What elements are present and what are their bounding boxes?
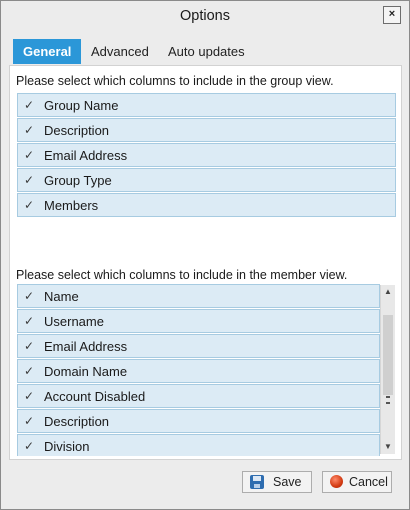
list-item[interactable]: ✓ Members: [17, 193, 396, 217]
list-item-label: Group Type: [44, 173, 112, 188]
options-dialog: Options × General Advanced Auto updates …: [0, 0, 410, 510]
checkbox[interactable]: ✓: [23, 340, 35, 352]
group-view-hint: Please select which columns to include i…: [16, 74, 334, 88]
checkbox[interactable]: ✓: [23, 199, 35, 211]
member-view-hint: Please select which columns to include i…: [16, 268, 348, 282]
list-item-label: Email Address: [44, 148, 128, 163]
group-column-list: ✓ Group Name ✓ Description ✓ Email Addre…: [17, 93, 396, 218]
checkbox[interactable]: ✓: [23, 390, 35, 402]
list-item-label: Description: [44, 123, 110, 138]
scroll-up-arrow-icon[interactable]: ▲: [381, 285, 395, 299]
checkbox[interactable]: ✓: [23, 149, 35, 161]
list-item-label: Division: [44, 439, 90, 454]
list-item[interactable]: ✓ Email Address: [17, 334, 380, 358]
list-item-label: Username: [44, 314, 104, 329]
list-item[interactable]: ✓ Description: [17, 118, 396, 142]
checkbox[interactable]: ✓: [23, 365, 35, 377]
member-list-scrollbar[interactable]: ▲ ▼: [380, 285, 395, 454]
close-button[interactable]: ×: [383, 6, 401, 24]
list-item-label: Description: [44, 414, 110, 429]
list-item[interactable]: ✓ Username: [17, 309, 380, 333]
list-item[interactable]: ✓ Division: [17, 434, 380, 456]
red-circle-icon: [330, 475, 344, 489]
cancel-button[interactable]: Cancel: [322, 471, 392, 493]
member-column-list: ✓ Name ✓ Username ✓ Email Address ✓ Doma…: [17, 284, 396, 456]
list-item-label: Group Name: [44, 98, 119, 113]
list-item[interactable]: ✓ Group Name: [17, 93, 396, 117]
list-item[interactable]: ✓ Group Type: [17, 168, 396, 192]
checkbox[interactable]: ✓: [23, 440, 35, 452]
checkbox[interactable]: ✓: [23, 99, 35, 111]
save-button[interactable]: Save: [242, 471, 312, 493]
tab-general[interactable]: General: [13, 39, 82, 64]
tab-advanced[interactable]: Advanced: [91, 39, 149, 64]
list-item[interactable]: ✓ Domain Name: [17, 359, 380, 383]
list-item[interactable]: ✓ Name: [17, 284, 380, 308]
list-item-label: Email Address: [44, 339, 128, 354]
scrollbar-thumb[interactable]: [383, 315, 393, 395]
cancel-button-label: Cancel: [349, 475, 388, 489]
scroll-down-arrow-icon[interactable]: ▼: [381, 440, 395, 454]
checkbox[interactable]: ✓: [23, 415, 35, 427]
list-item[interactable]: ✓ Email Address: [17, 143, 396, 167]
checkbox[interactable]: ✓: [23, 174, 35, 186]
tab-content-general: Please select which columns to include i…: [9, 65, 402, 460]
tab-auto-updates[interactable]: Auto updates: [168, 39, 245, 64]
title-bar: Options ×: [1, 1, 409, 31]
checkbox[interactable]: ✓: [23, 315, 35, 327]
checkbox[interactable]: ✓: [23, 124, 35, 136]
grip-icon: [386, 396, 390, 404]
list-item-label: Members: [44, 198, 99, 213]
list-item-label: Account Disabled: [44, 389, 146, 404]
list-item-label: Domain Name: [44, 364, 128, 379]
list-item[interactable]: ✓ Account Disabled: [17, 384, 380, 408]
window-title: Options: [180, 8, 230, 24]
list-item-label: Name: [44, 289, 79, 304]
checkbox[interactable]: ✓: [23, 290, 35, 302]
list-item[interactable]: ✓ Description: [17, 409, 380, 433]
floppy-disk-icon: [250, 475, 264, 489]
save-button-label: Save: [273, 475, 302, 489]
